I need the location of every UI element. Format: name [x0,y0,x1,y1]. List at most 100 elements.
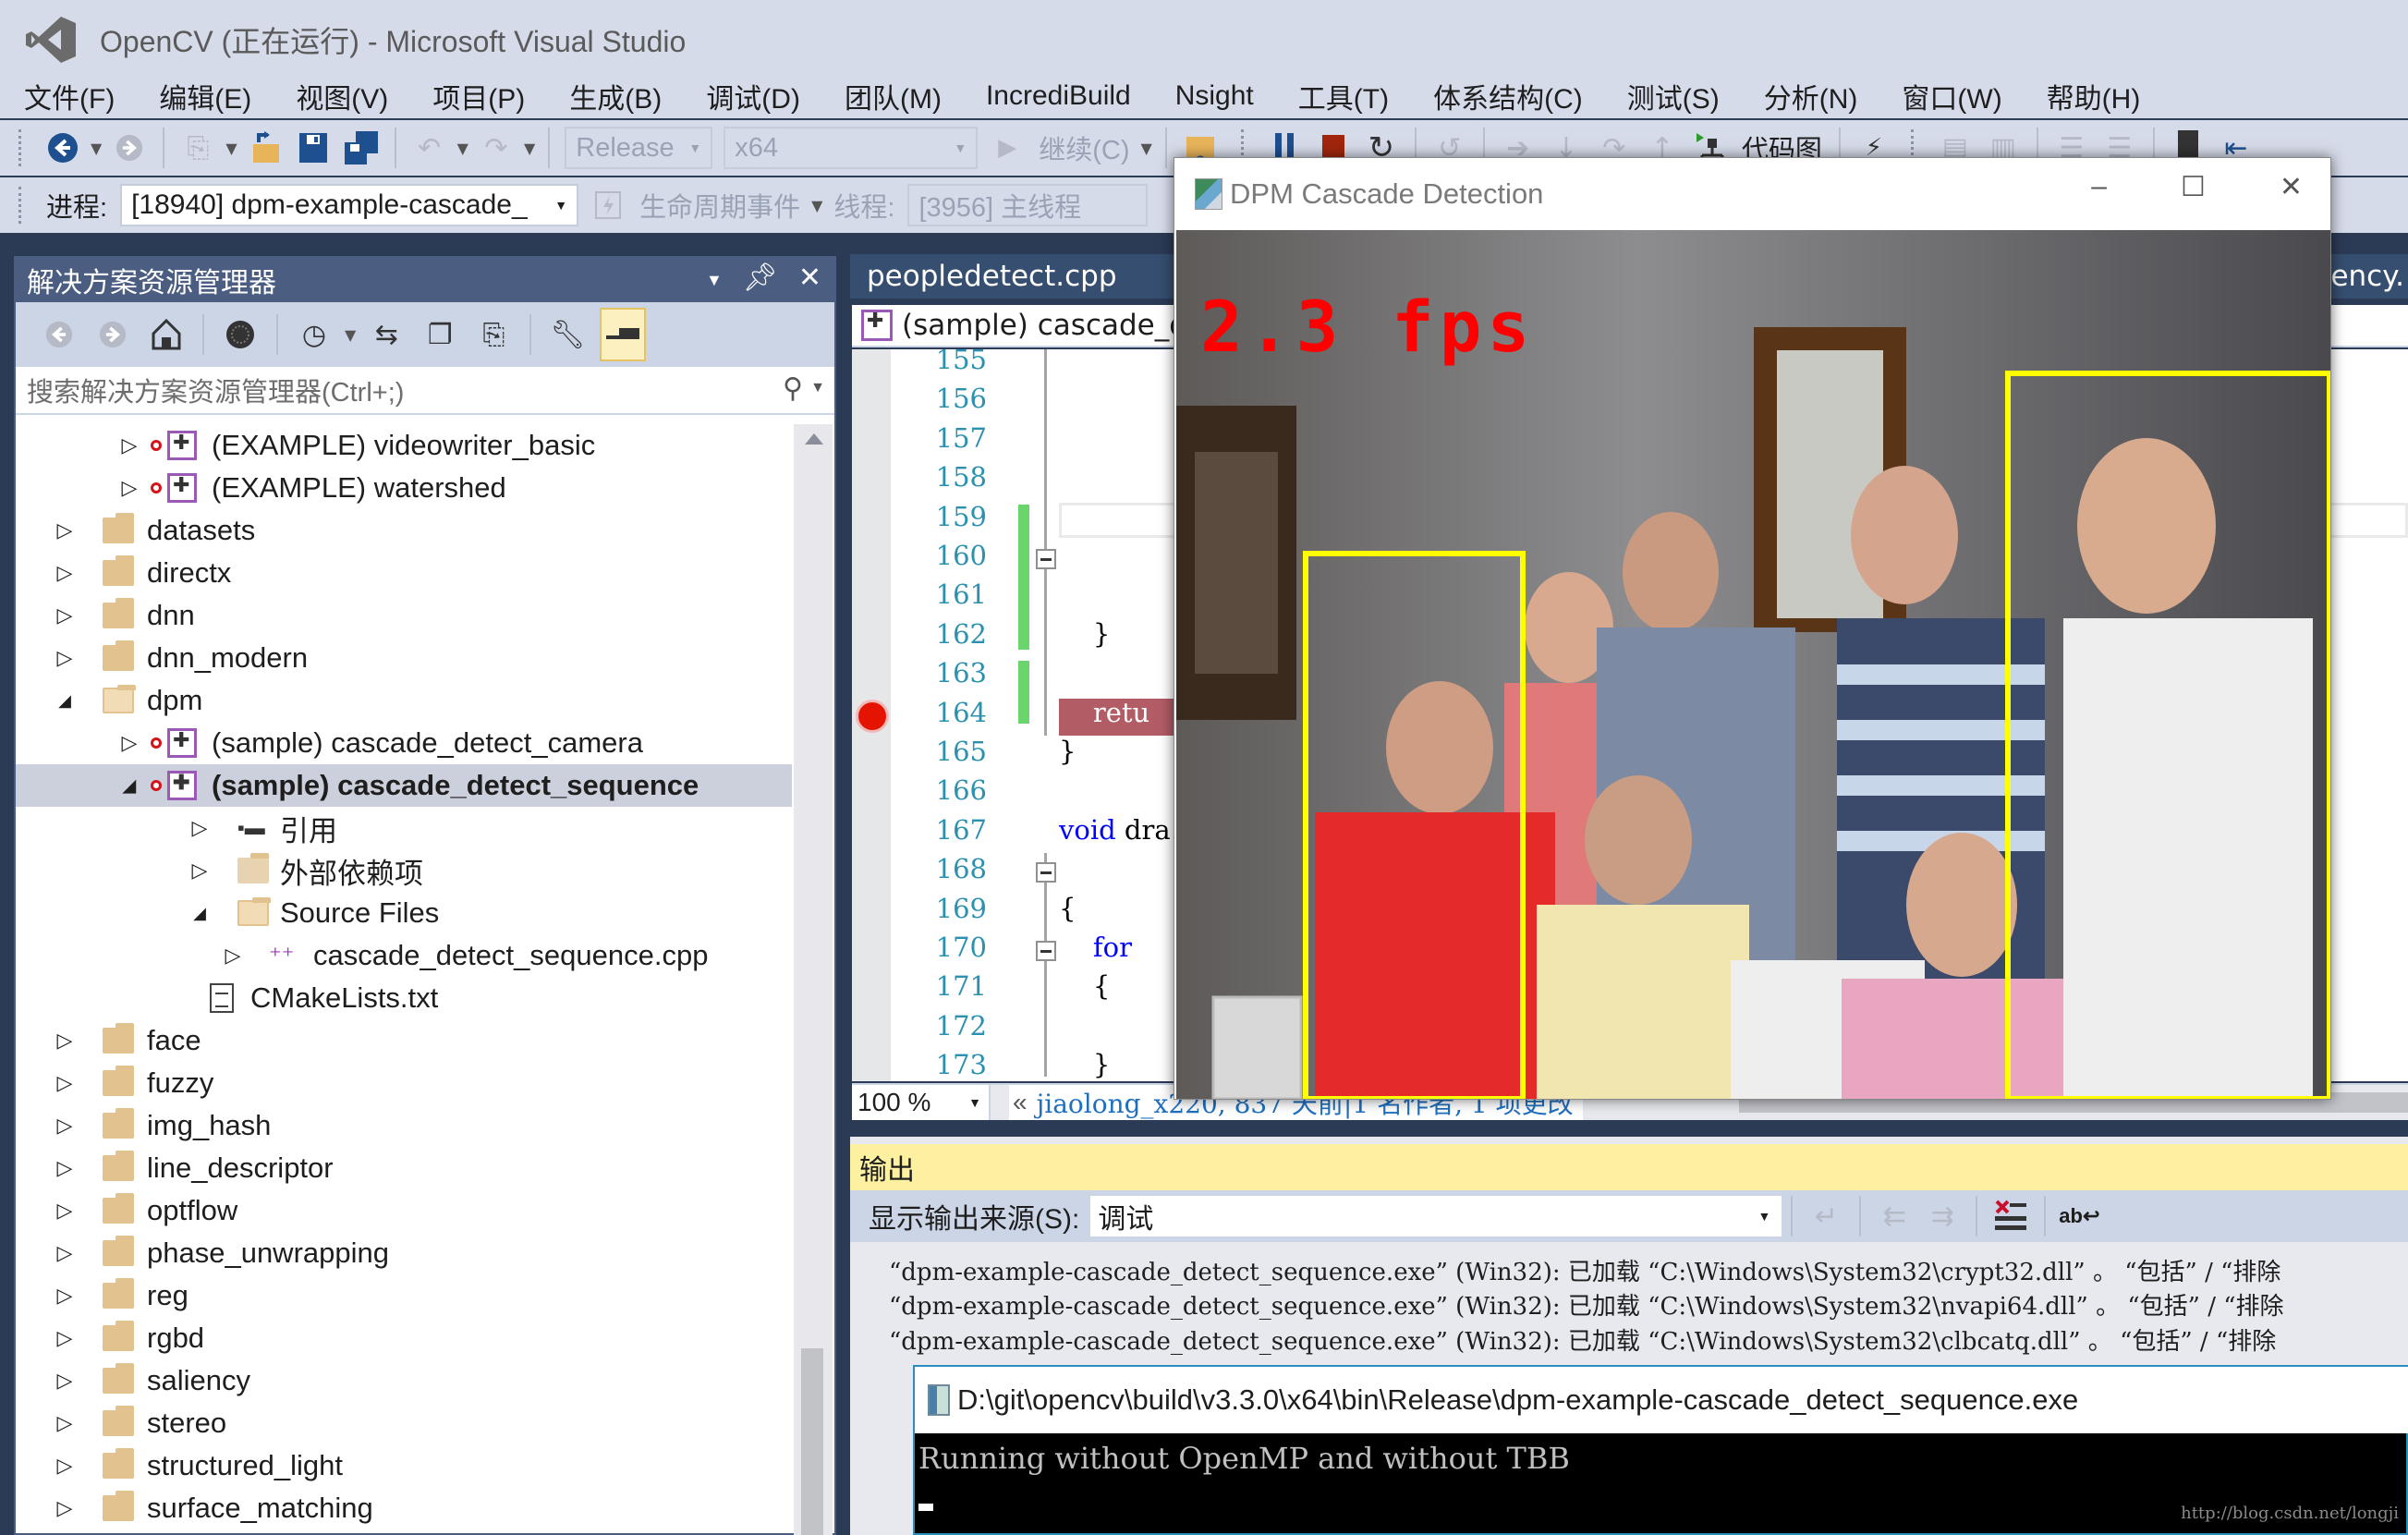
tree-item[interactable]: ▷ rgbd [16,1317,792,1359]
undo-icon[interactable]: ↶ [411,129,448,166]
toolbar-grip[interactable] [18,187,26,224]
expand-arrow-icon[interactable]: ▷ [189,816,210,840]
output-text[interactable]: “dpm-example-cascade_detect_sequence.exe… [850,1246,2408,1384]
tab-peopledetect-cpp[interactable]: peopledetect.cpp [859,254,1125,298]
menu-build[interactable]: 生成(B) [569,76,662,116]
tree-item[interactable]: ◢ dpm [16,679,792,722]
forward-icon[interactable] [91,316,134,353]
expand-arrow-icon[interactable]: ▷ [55,561,75,585]
tree-item[interactable]: ▷ 外部依赖项 [16,849,792,892]
expand-arrow-icon[interactable]: ▷ [55,646,75,670]
menu-nsight[interactable]: Nsight [1175,80,1254,112]
collapse-region-icon[interactable] [1036,862,1056,883]
lifecycle-events-button[interactable]: 生命周期事件 [639,186,800,225]
thread-dropdown[interactable]: [3956] 主线程 [907,184,1149,226]
expand-arrow-icon[interactable]: ▷ [55,1496,75,1520]
tree-item[interactable]: ▷ (EXAMPLE) videowriter_basic [16,424,792,467]
solution-configuration-dropdown[interactable]: Release ▼ [565,127,713,169]
word-wrap-icon[interactable]: ab↩ [2059,1198,2099,1235]
menu-test[interactable]: 测试(S) [1627,76,1720,116]
menu-file[interactable]: 文件(F) [24,76,115,116]
zoom-level-dropdown[interactable]: 100 % ▼ [852,1085,991,1120]
minimize-icon[interactable]: – [2091,171,2107,203]
tree-item[interactable]: ▷ dnn [16,594,792,637]
pin-icon[interactable]: 📌︎ [743,262,778,298]
search-icon[interactable]: ⚲ [783,372,803,405]
chevron-down-icon[interactable]: ▼ [225,140,237,157]
tree-item[interactable]: ▷ stereo [16,1402,792,1444]
menu-team[interactable]: 团队(M) [845,76,942,116]
tree-item[interactable]: ▷ dnn_modern [16,637,792,679]
chevron-down-icon[interactable]: ▼ [1141,140,1152,157]
solution-platform-dropdown[interactable]: x64 ▼ [724,127,979,169]
show-all-files-icon[interactable]: ⎘ [472,316,515,353]
scrollbar-thumb[interactable] [801,1348,823,1535]
tree-item[interactable]: ▷ optflow [16,1189,792,1232]
expand-arrow-icon[interactable]: ▷ [119,476,140,500]
expand-arrow-icon[interactable]: ▷ [119,731,140,755]
continue-button[interactable]: 继续(C) [1039,128,1129,167]
expand-arrow-icon[interactable]: ▷ [55,603,75,627]
switch-views-icon[interactable] [219,316,261,353]
menu-window[interactable]: 窗口(W) [1902,76,2001,116]
expand-arrow-icon[interactable]: ▷ [55,1284,75,1308]
output-source-dropdown[interactable]: 调试 ▼ [1090,1196,1782,1237]
maximize-icon[interactable]: ☐ [2181,171,2206,203]
chevron-down-icon[interactable]: ▼ [91,140,102,157]
tree-item[interactable]: ▷ phase_unwrapping [16,1232,792,1274]
home-icon[interactable] [145,316,188,353]
chevron-down-icon[interactable]: ▼ [810,380,825,396]
lifecycle-events-icon[interactable] [590,187,626,224]
menu-analyze[interactable]: 分析(N) [1764,76,1858,116]
expand-arrow-icon[interactable]: ▷ [55,1411,75,1435]
next-message-icon[interactable]: ⇉ [1924,1198,1961,1235]
expand-arrow-icon[interactable]: ▷ [55,1326,75,1350]
menu-incredibuild[interactable]: IncrediBuild [986,80,1131,112]
tree-item[interactable]: ◢ (sample) cascade_detect_sequence [16,764,792,807]
save-icon[interactable] [295,129,332,166]
navigate-forward-icon[interactable] [111,129,148,166]
expand-arrow-icon[interactable]: ▷ [223,944,243,968]
menu-tools[interactable]: 工具(T) [1298,76,1389,116]
expand-arrow-icon[interactable]: ▷ [55,518,75,542]
expand-arrow-icon[interactable]: ▷ [55,1114,75,1138]
menu-project[interactable]: 项目(P) [432,76,525,116]
window-position-icon[interactable]: ▼ [706,262,723,298]
console-title-bar[interactable]: D:\git\opencv\build\v3.3.0\x64\bin\Relea… [915,1367,2408,1433]
tree-item[interactable]: ▷ face [16,1019,792,1062]
tree-item[interactable]: ▷ ⁺⁺ cascade_detect_sequence.cpp [16,934,792,977]
chevron-down-icon[interactable]: ▼ [524,140,535,157]
tree-item[interactable]: ▷ fuzzy [16,1062,792,1104]
expand-arrow-icon[interactable]: ▷ [55,1369,75,1393]
collapse-region-icon[interactable] [1036,941,1056,961]
solution-search-input[interactable]: 搜索解决方案资源管理器(Ctrl+;) ⚲ ▼ [16,367,834,415]
tree-item[interactable]: ▷ reg [16,1274,792,1317]
tree-item[interactable]: ▷ saliency [16,1359,792,1402]
expand-arrow-icon[interactable]: ▷ [55,1071,75,1095]
breakpoint-icon[interactable] [856,699,889,733]
expand-arrow-icon[interactable]: ▷ [55,1029,75,1053]
chevron-down-icon[interactable]: ▼ [457,140,468,157]
collapse-region-icon[interactable] [1036,549,1056,569]
pending-changes-filter-icon[interactable]: ◷ [293,316,335,353]
sync-with-active-document-icon[interactable]: ⇆ [365,316,407,353]
expand-arrow-icon[interactable]: ▷ [55,1454,75,1478]
tree-item[interactable]: ▷ surface_matching [16,1487,792,1529]
chevron-down-icon[interactable]: ▼ [345,326,356,344]
save-all-icon[interactable] [343,129,380,166]
tree-item[interactable]: CMakeLists.txt [16,977,792,1019]
process-dropdown[interactable]: [18940] dpm-example-cascade_ ▼ [120,184,579,226]
dpm-title-bar[interactable]: DPM Cascade Detection – ☐ ✕ [1174,158,2330,230]
clear-all-icon[interactable] [1992,1198,2029,1235]
redo-icon[interactable]: ↷ [478,129,515,166]
navigate-back-icon[interactable] [44,129,81,166]
collapse-arrow-icon[interactable]: ◢ [189,904,210,923]
collapse-arrow-icon[interactable]: ◢ [55,691,75,711]
properties-icon[interactable]: 🔧︎ [546,316,589,353]
preview-selected-items-icon[interactable] [600,308,647,361]
menu-architecture[interactable]: 体系结构(C) [1433,76,1583,116]
new-project-icon[interactable]: ⎘ [179,129,216,166]
play-icon[interactable]: ▶ [989,129,1026,166]
find-message-in-code-icon[interactable]: ↵ [1807,1198,1844,1235]
previous-message-icon[interactable]: ⇇ [1876,1198,1913,1235]
